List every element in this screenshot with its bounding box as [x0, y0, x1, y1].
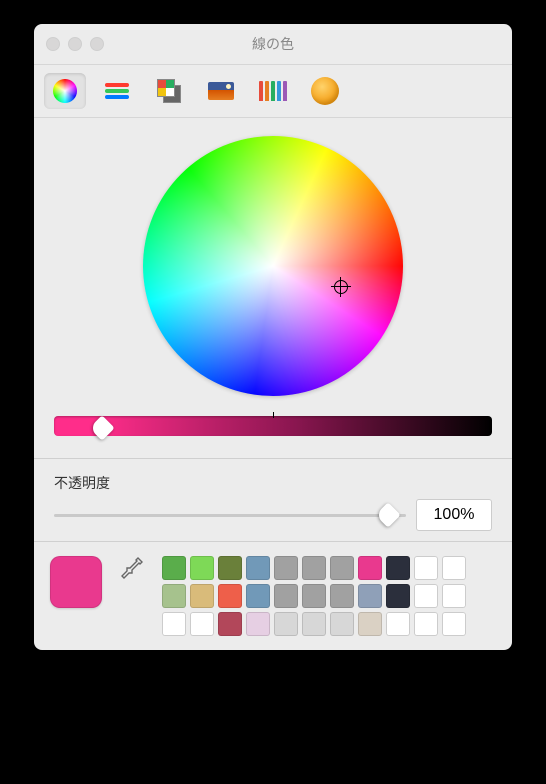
swatch-cell[interactable] — [218, 584, 242, 608]
swatch-cell[interactable] — [162, 612, 186, 636]
crayon-icon — [311, 77, 339, 105]
color-panel-window: 線の色 — [34, 24, 512, 650]
color-wheel[interactable] — [143, 136, 403, 396]
swatch-cell[interactable] — [246, 612, 270, 636]
swatch-cell[interactable] — [386, 556, 410, 580]
brightness-center-tick — [273, 412, 274, 418]
swatch-cell[interactable] — [386, 584, 410, 608]
swatch-cell[interactable] — [386, 612, 410, 636]
opacity-slider[interactable] — [54, 514, 406, 517]
color-well-area — [34, 541, 512, 650]
swatch-cell[interactable] — [358, 612, 382, 636]
swatch-cell[interactable] — [162, 584, 186, 608]
swatch-cell[interactable] — [442, 556, 466, 580]
swatch-cell[interactable] — [274, 556, 298, 580]
window-controls — [46, 37, 104, 51]
minimize-button[interactable] — [68, 37, 82, 51]
color-wheel-icon — [53, 79, 77, 103]
pencils-icon — [259, 81, 287, 101]
image-icon — [208, 82, 234, 100]
swatch-cell[interactable] — [218, 612, 242, 636]
color-picker-tabs — [34, 65, 512, 118]
swatch-cell[interactable] — [442, 584, 466, 608]
window-title: 線の色 — [252, 34, 294, 54]
swatch-cell[interactable] — [330, 556, 354, 580]
swatch-cell[interactable] — [274, 584, 298, 608]
color-palettes-tab[interactable] — [148, 73, 190, 109]
swatch-cell[interactable] — [358, 556, 382, 580]
swatch-cell[interactable] — [302, 556, 326, 580]
image-palettes-tab[interactable] — [200, 73, 242, 109]
swatch-cell[interactable] — [246, 584, 270, 608]
swatch-cell[interactable] — [190, 612, 214, 636]
swatch-cell[interactable] — [414, 556, 438, 580]
swatch-cell[interactable] — [330, 584, 354, 608]
opacity-thumb[interactable] — [376, 502, 401, 527]
swatch-grid — [162, 556, 466, 636]
swatch-cell[interactable] — [218, 556, 242, 580]
main-area: 不透明度 — [34, 118, 512, 541]
swatch-cell[interactable] — [442, 612, 466, 636]
brightness-thumb[interactable] — [89, 415, 114, 440]
swatch-cell[interactable] — [274, 612, 298, 636]
swatch-cell[interactable] — [246, 556, 270, 580]
pencils-tab[interactable] — [252, 73, 294, 109]
palettes-icon — [157, 79, 181, 103]
swatch-cell[interactable] — [302, 584, 326, 608]
titlebar[interactable]: 線の色 — [34, 24, 512, 65]
swatch-cell[interactable] — [414, 612, 438, 636]
swatch-cell[interactable] — [162, 556, 186, 580]
swatch-cell[interactable] — [190, 584, 214, 608]
current-color-swatch[interactable] — [50, 556, 102, 608]
swatch-cell[interactable] — [414, 584, 438, 608]
brightness-slider[interactable] — [54, 416, 492, 436]
zoom-button[interactable] — [90, 37, 104, 51]
swatch-cell[interactable] — [302, 612, 326, 636]
swatch-cell[interactable] — [330, 612, 354, 636]
swatch-cell[interactable] — [358, 584, 382, 608]
color-wheel-cursor[interactable] — [331, 277, 351, 297]
swatch-cell[interactable] — [190, 556, 214, 580]
sliders-icon — [105, 81, 129, 101]
color-sliders-tab[interactable] — [96, 73, 138, 109]
close-button[interactable] — [46, 37, 60, 51]
section-divider — [34, 458, 512, 459]
color-wheel-tab[interactable] — [44, 73, 86, 109]
opacity-label: 不透明度 — [54, 473, 492, 493]
crayons-tab[interactable] — [304, 73, 346, 109]
eyedropper-icon[interactable] — [120, 556, 144, 580]
opacity-input[interactable] — [416, 499, 492, 531]
